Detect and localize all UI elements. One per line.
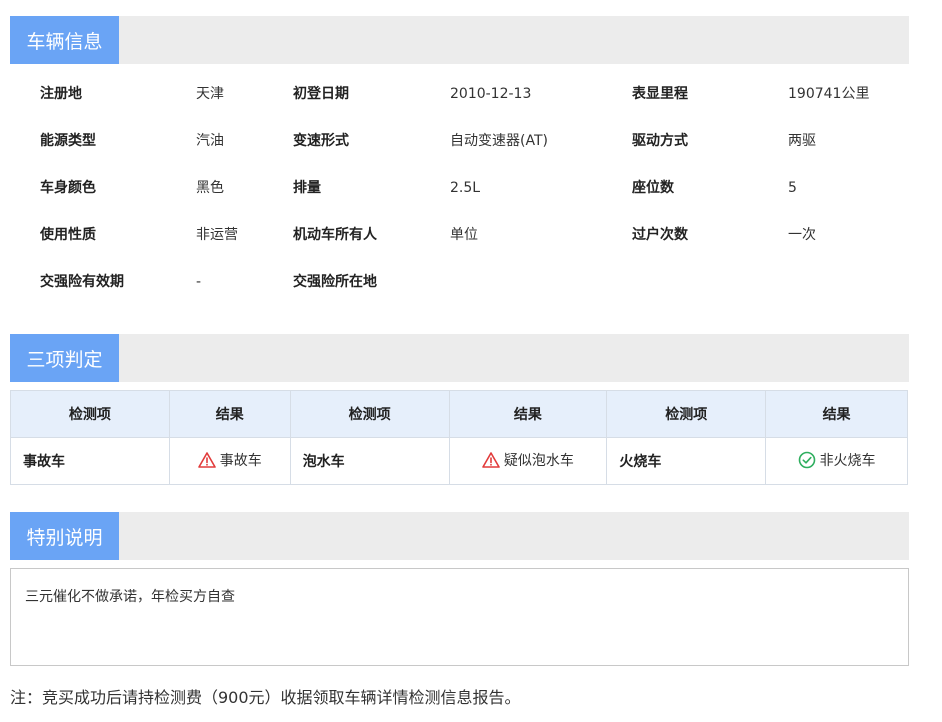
check-item: 泡水车 xyxy=(289,437,450,485)
check-result: 事故车 xyxy=(168,437,291,485)
table-header-row: 检测项 结果 检测项 结果 检测项 结果 xyxy=(10,390,908,438)
column-header: 检测项 xyxy=(289,390,450,438)
info-row: 注册地 天津 初登日期 2010-12-13 表显里程 190741公里 xyxy=(10,72,909,119)
info-label: 交强险有效期 xyxy=(40,274,124,290)
check-result: 疑似泡水车 xyxy=(448,437,608,485)
info-value: 5 xyxy=(788,180,797,196)
info-value: 汽油 xyxy=(196,133,224,149)
footer-note: 注：竞买成功后请持检测费（900元）收据领取车辆详情检测信息报告。 xyxy=(10,688,521,707)
info-value: 单位 xyxy=(450,227,478,243)
info-value: 黑色 xyxy=(196,180,224,196)
info-value: 2.5L xyxy=(450,180,481,196)
info-label: 初登日期 xyxy=(293,86,349,102)
column-header: 结果 xyxy=(765,390,908,438)
check-circle-icon xyxy=(798,451,815,468)
info-row: 交强险有效期 - 交强险所在地 xyxy=(10,260,909,307)
judgement-tab: 三项判定 xyxy=(10,334,119,382)
check-item: 事故车 xyxy=(10,437,170,485)
info-label: 机动车所有人 xyxy=(293,227,377,243)
info-row: 使用性质 非运营 机动车所有人 单位 过户次数 一次 xyxy=(10,213,909,260)
info-label: 过户次数 xyxy=(632,227,688,243)
warning-icon xyxy=(197,452,216,468)
info-label: 注册地 xyxy=(40,86,82,102)
info-label: 表显里程 xyxy=(632,86,688,102)
vehicle-info-tab: 车辆信息 xyxy=(10,16,119,64)
info-value: 一次 xyxy=(788,227,816,243)
info-label: 车身颜色 xyxy=(40,180,96,196)
result-text: 非火烧车 xyxy=(819,452,876,469)
info-value: - xyxy=(196,274,202,290)
info-value: 自动变速器(AT) xyxy=(450,133,548,149)
info-label: 使用性质 xyxy=(40,227,96,243)
info-label: 座位数 xyxy=(632,180,674,196)
info-label: 能源类型 xyxy=(40,133,96,149)
column-header: 检测项 xyxy=(10,390,170,438)
info-value: 天津 xyxy=(196,86,224,102)
check-item: 火烧车 xyxy=(606,437,767,485)
info-label: 交强险所在地 xyxy=(293,274,377,290)
special-note-text: 三元催化不做承诺，年检买方自查 xyxy=(25,589,235,605)
warning-icon xyxy=(482,452,500,468)
special-note-box: 三元催化不做承诺，年检买方自查 xyxy=(10,568,909,666)
info-row: 能源类型 汽油 变速形式 自动变速器(AT) 驱动方式 两驱 xyxy=(10,119,909,166)
info-value: 190741公里 xyxy=(788,86,870,102)
result-text: 事故车 xyxy=(219,453,262,469)
vehicle-info-grid: 注册地 天津 初登日期 2010-12-13 表显里程 190741公里 能源类… xyxy=(10,72,909,307)
info-label: 排量 xyxy=(293,180,321,196)
info-value: 两驱 xyxy=(788,133,816,149)
vehicle-info-header: 车辆信息 xyxy=(10,16,909,64)
special-header: 特别说明 xyxy=(10,512,909,560)
column-header: 检测项 xyxy=(606,390,767,438)
column-header: 结果 xyxy=(168,390,291,438)
result-text: 疑似泡水车 xyxy=(503,453,574,469)
info-row: 车身颜色 黑色 排量 2.5L 座位数 5 xyxy=(10,166,909,213)
special-tab: 特别说明 xyxy=(10,512,119,560)
info-value: 非运营 xyxy=(196,227,238,243)
judgement-header: 三项判定 xyxy=(10,334,909,382)
column-header: 结果 xyxy=(448,390,608,438)
judgement-table: 检测项 结果 检测项 结果 检测项 结果 事故车 事故车 泡水车 疑似泡水车 火… xyxy=(10,390,908,485)
check-result: 非火烧车 xyxy=(765,437,908,485)
info-label: 变速形式 xyxy=(293,133,349,149)
table-row: 事故车 事故车 泡水车 疑似泡水车 火烧车 非火烧车 xyxy=(10,437,908,485)
info-value: 2010-12-13 xyxy=(450,86,532,102)
info-label: 驱动方式 xyxy=(632,133,688,149)
